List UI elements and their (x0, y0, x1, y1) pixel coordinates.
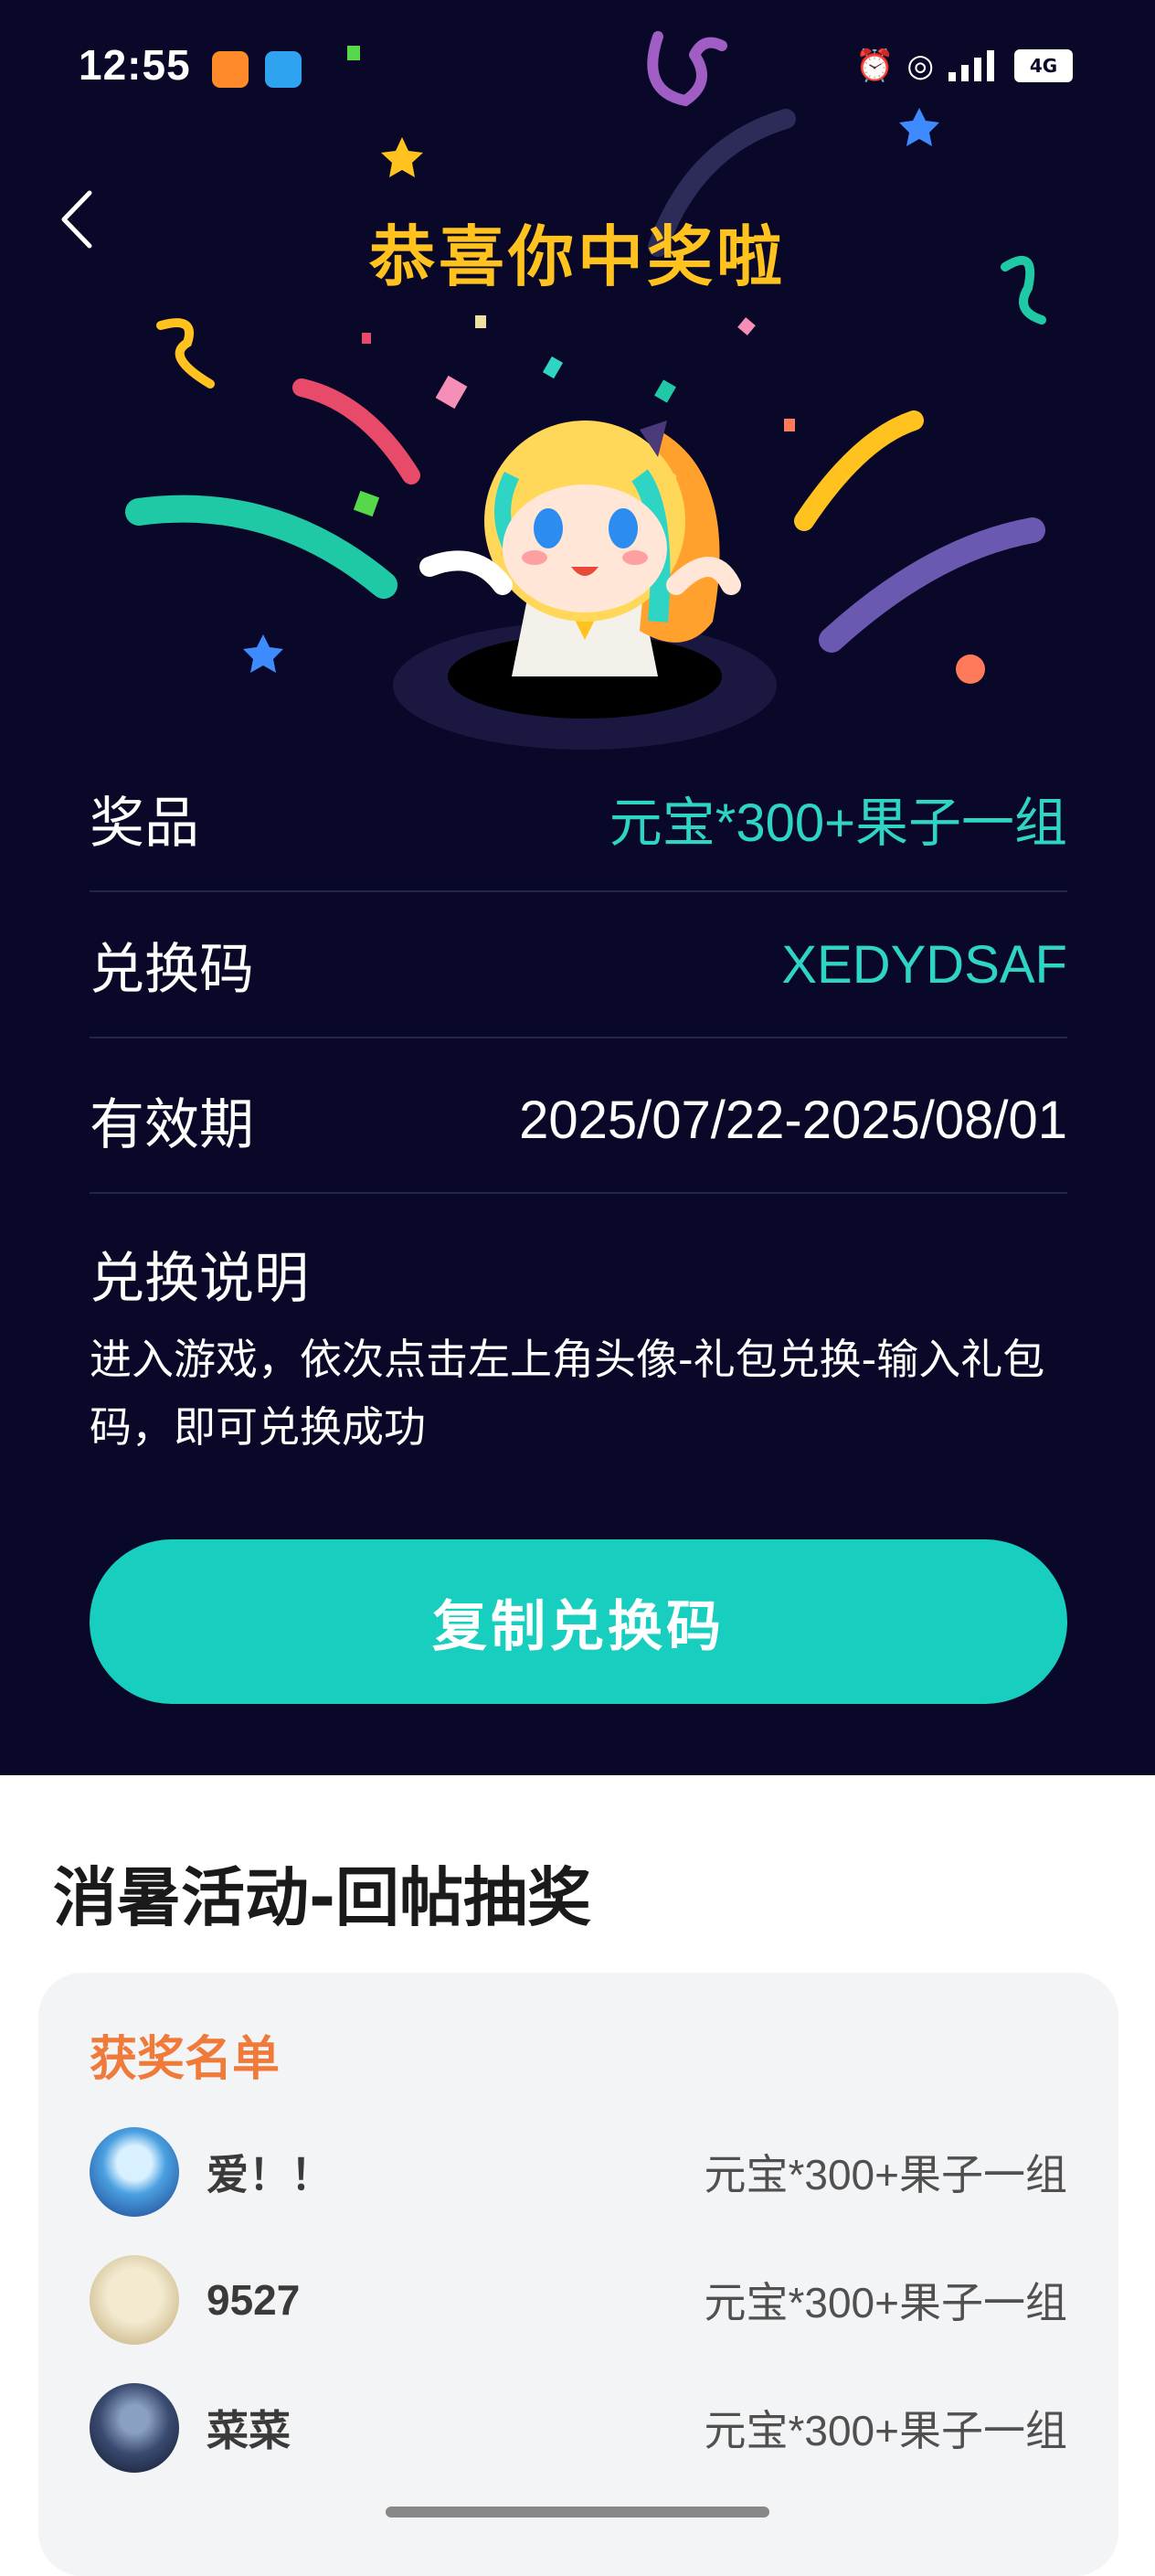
code-label: 兑换码 (90, 937, 254, 1002)
instructions-body: 进入游戏，依次点击左上角头像-礼包兑换-输入礼包码，即可兑换成功 (90, 1335, 1045, 1452)
validity-value: 2025/07/22-2025/08/01 (519, 1090, 1067, 1150)
prize-label: 奖品 (90, 791, 199, 856)
home-indicator[interactable] (386, 2507, 769, 2517)
winner-name: 爱！！ (207, 2151, 333, 2198)
prize-row: 奖品 元宝*300+果子一组 (90, 746, 1067, 892)
winner-item[interactable]: 9527 元宝*300+果子一组 (90, 2254, 1067, 2346)
instructions-title: 兑换说明 (90, 1247, 309, 1311)
code-value[interactable]: XEDYDSAF (781, 934, 1067, 995)
streamer (647, 31, 727, 107)
star-icon (381, 137, 423, 177)
copy-code-button[interactable]: 复制兑换码 (90, 1539, 1067, 1704)
prize-dialog: 12:55 ⏰ ◎ 4G 恭喜你中奖啦 奖品 元宝*300+果子一组 兑换码 X… (0, 0, 1155, 1775)
streamer (292, 378, 420, 484)
winner-prize: 元宝*300+果子一组 (704, 2407, 1067, 2454)
winner-item[interactable]: 爱！！ 元宝*300+果子一组 (90, 2126, 1067, 2218)
winner-prize: 元宝*300+果子一组 (704, 2151, 1067, 2198)
prize-value: 元宝*300+果子一组 (609, 793, 1067, 853)
winner-name: 9527 (207, 2276, 301, 2324)
winner-name: 菜菜 (207, 2407, 291, 2454)
avatar (90, 2383, 179, 2473)
star-icon (899, 108, 939, 146)
winner-item[interactable]: 菜菜 元宝*300+果子一组 (90, 2382, 1067, 2474)
celebration-illustration (125, 31, 1046, 750)
streamer (156, 318, 215, 389)
streamer (125, 495, 397, 599)
avatar (90, 2255, 179, 2345)
winners-heading: 获奖名单 (90, 2032, 281, 2087)
code-row: 兑换码 XEDYDSAF (90, 892, 1067, 1038)
page-title: 恭喜你中奖啦 (368, 218, 786, 295)
winners-card: 获奖名单 爱！！ 元宝*300+果子一组 9527 元宝*300+果子一组 菜菜… (38, 1973, 1118, 2576)
validity-row: 有效期 2025/07/22-2025/08/01 (90, 1048, 1067, 1194)
star-icon (243, 634, 283, 673)
avatar (90, 2127, 179, 2217)
streamer (819, 517, 1045, 653)
event-title: 消暑活动-回帖抽奖 (53, 1860, 592, 1935)
validity-label: 有效期 (90, 1092, 254, 1157)
winner-prize: 元宝*300+果子一组 (704, 2279, 1067, 2326)
streamer (794, 410, 924, 531)
